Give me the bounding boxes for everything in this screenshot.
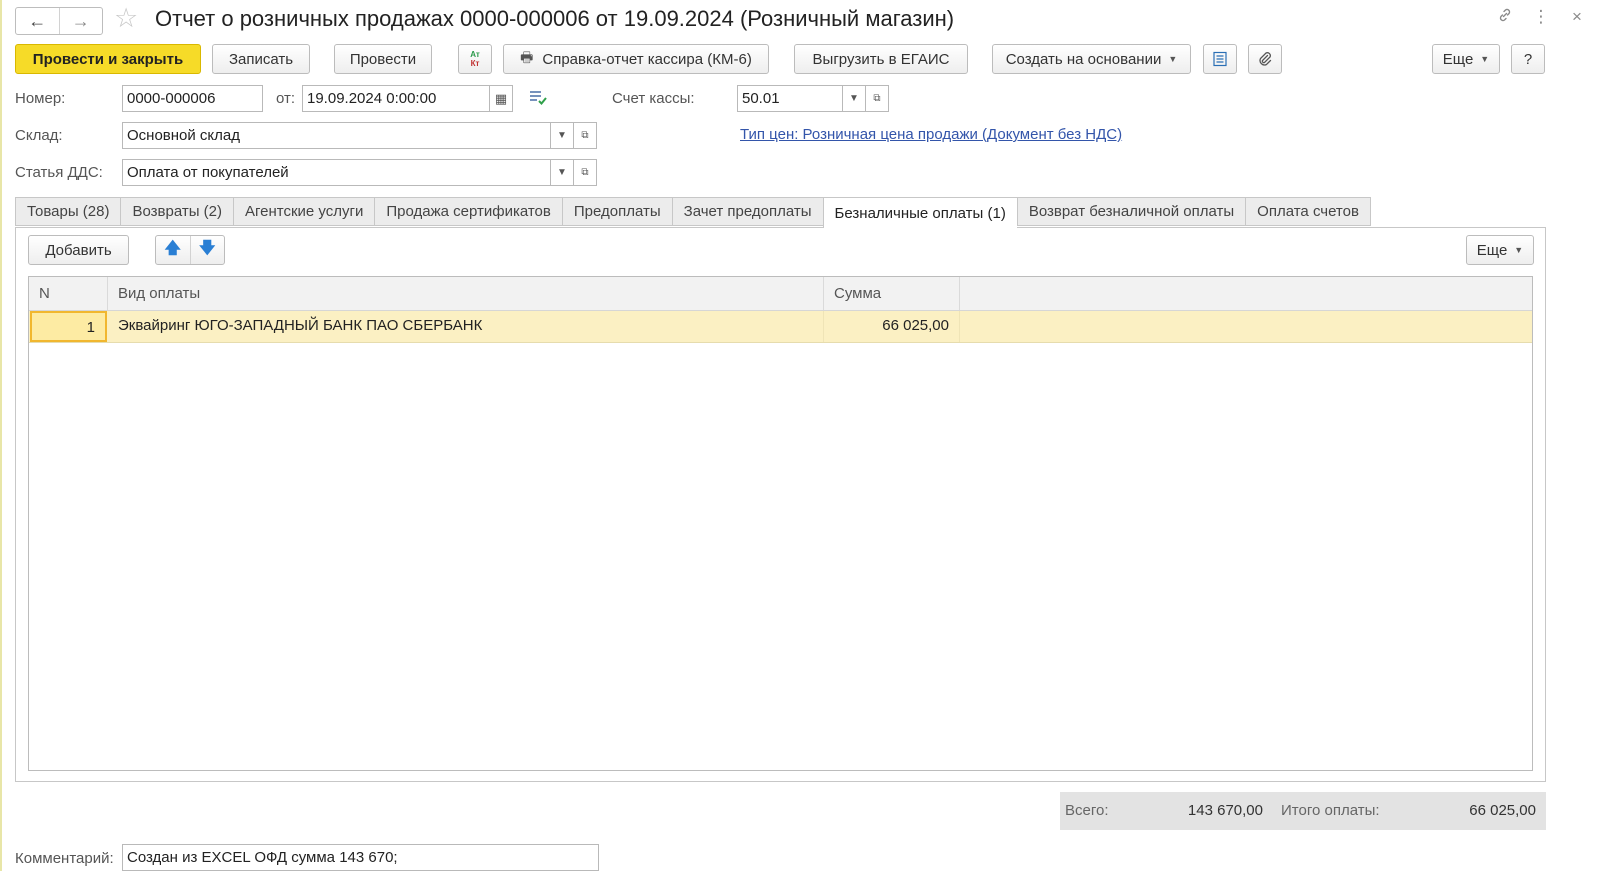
- dds-article-field[interactable]: Оплата от покупателей: [122, 159, 551, 186]
- dt-kt-icon-button[interactable]: Ат Кт: [458, 44, 492, 74]
- column-header-payment-type[interactable]: Вид оплаты: [108, 277, 824, 310]
- warehouse-open-icon[interactable]: ⧉: [573, 122, 597, 149]
- back-arrow-icon[interactable]: ←: [16, 8, 59, 34]
- dds-article-dropdown-icon[interactable]: ▼: [550, 159, 574, 186]
- tab-goods[interactable]: Товары (28): [15, 197, 121, 226]
- price-type-link[interactable]: Тип цен: Розничная цена продажи (Докумен…: [740, 126, 1122, 143]
- create-based-on-button[interactable]: Создать на основании ▼: [992, 44, 1191, 74]
- total-value: 143 670,00: [1187, 802, 1263, 819]
- cash-account-field[interactable]: 50.01: [737, 85, 843, 112]
- more-vertical-icon[interactable]: ⋮: [1532, 7, 1550, 28]
- move-up-icon[interactable]: 🡅: [156, 236, 190, 264]
- warehouse-field[interactable]: Основной склад: [122, 122, 551, 149]
- cash-account-dropdown-icon[interactable]: ▼: [842, 85, 866, 112]
- payments-table: N Вид оплаты Сумма 1 Эквайринг ЮГО-ЗАПАД…: [28, 276, 1533, 771]
- table-more-label: Еще: [1476, 241, 1508, 259]
- warehouse-label: Склад:: [15, 127, 63, 144]
- tab-returns[interactable]: Возвраты (2): [120, 197, 233, 226]
- create-based-on-label: Создать на основании: [1005, 50, 1162, 68]
- tab-bar: Товары (28) Возвраты (2) Агентские услуг…: [15, 197, 1371, 228]
- move-down-icon[interactable]: 🡇: [189, 236, 225, 264]
- table-more-button[interactable]: Еще ▼: [1466, 235, 1534, 265]
- column-header-n[interactable]: N: [29, 277, 108, 310]
- chevron-down-icon: ▼: [1514, 245, 1524, 255]
- payment-type-cell[interactable]: Эквайринг ЮГО-ЗАПАДНЫЙ БАНК ПАО СБЕРБАНК: [108, 311, 824, 342]
- chevron-down-icon: ▼: [1480, 54, 1490, 64]
- structure-icon-button[interactable]: [1203, 44, 1237, 74]
- window-left-border: [0, 0, 2, 871]
- totals-panel: Всего: 143 670,00 Итого оплаты: 66 025,0…: [1060, 792, 1546, 830]
- favorite-star-icon[interactable]: ☆: [114, 5, 138, 32]
- attachment-icon-button[interactable]: [1248, 44, 1282, 74]
- tab-agent-services[interactable]: Агентские услуги: [232, 197, 375, 226]
- forward-arrow-icon[interactable]: →: [58, 8, 103, 34]
- save-button[interactable]: Записать: [212, 44, 310, 74]
- date-field[interactable]: 19.09.2024 0:00:00: [302, 85, 490, 112]
- date-label: от:: [276, 90, 296, 107]
- document-structure-icon: [1213, 51, 1227, 67]
- window-title: Отчет о розничных продажах 0000-000006 о…: [155, 6, 955, 31]
- post-button[interactable]: Провести: [334, 44, 432, 74]
- export-egais-button[interactable]: Выгрузить в ЕГАИС: [794, 44, 968, 74]
- dt-label: Ат: [470, 50, 480, 59]
- total-label: Всего:: [1065, 802, 1109, 819]
- tab-cashless-payments[interactable]: Безналичные оплаты (1): [822, 197, 1017, 228]
- table-row[interactable]: 1 Эквайринг ЮГО-ЗАПАДНЫЙ БАНК ПАО СБЕРБА…: [29, 311, 1532, 343]
- help-button[interactable]: ?: [1511, 44, 1545, 74]
- dds-article-label: Статья ДДС:: [15, 164, 103, 181]
- checklist-icon[interactable]: [528, 88, 548, 110]
- post-and-close-button[interactable]: Провести и закрыть: [15, 44, 201, 74]
- link-icon[interactable]: [1496, 7, 1514, 28]
- tab-prepayment-offset[interactable]: Зачет предоплаты: [671, 197, 823, 226]
- paid-total-value: 66 025,00: [1469, 802, 1536, 819]
- cashier-report-button[interactable]: 🖶 Справка-отчет кассира (КМ-6): [503, 44, 769, 74]
- dds-article-open-icon[interactable]: ⧉: [573, 159, 597, 186]
- window-controls: ⋮ ×: [1496, 7, 1586, 28]
- paperclip-icon: [1259, 52, 1272, 66]
- tab-prepayments[interactable]: Предоплаты: [561, 197, 672, 226]
- tab-cashless-refund[interactable]: Возврат безналичной оплаты: [1016, 197, 1246, 226]
- warehouse-dropdown-icon[interactable]: ▼: [550, 122, 574, 149]
- comment-field[interactable]: Создан из EXCEL ОФД сумма 143 670;: [122, 844, 599, 871]
- cash-account-open-icon[interactable]: ⧉: [865, 85, 889, 112]
- row-number-cell[interactable]: 1: [30, 311, 107, 342]
- paid-total-label: Итого оплаты:: [1281, 802, 1380, 819]
- comment-label: Комментарий:: [15, 850, 114, 867]
- tab-certificate-sales[interactable]: Продажа сертификатов: [374, 197, 562, 226]
- more-button[interactable]: Еще ▼: [1432, 44, 1500, 74]
- chevron-down-icon: ▼: [1168, 54, 1178, 64]
- close-icon[interactable]: ×: [1568, 7, 1586, 28]
- table-header: N Вид оплаты Сумма: [29, 277, 1532, 311]
- cash-account-label: Счет кассы:: [612, 90, 695, 107]
- number-label: Номер:: [15, 90, 66, 107]
- calendar-icon[interactable]: ▦: [489, 85, 513, 112]
- more-label: Еще: [1442, 50, 1474, 68]
- tab-invoice-payment[interactable]: Оплата счетов: [1245, 197, 1371, 226]
- navigation-buttons: ← →: [15, 7, 103, 35]
- kt-label: Кт: [470, 59, 480, 68]
- add-button[interactable]: Добавить: [28, 235, 129, 265]
- amount-cell[interactable]: 66 025,00: [824, 311, 960, 342]
- number-field[interactable]: 0000-000006: [122, 85, 263, 112]
- column-header-amount[interactable]: Сумма: [824, 277, 960, 310]
- move-buttons: 🡅 🡇: [155, 235, 225, 265]
- printer-icon: 🖶: [520, 49, 534, 65]
- cashier-report-label: Справка-отчет кассира (КМ-6): [542, 50, 752, 68]
